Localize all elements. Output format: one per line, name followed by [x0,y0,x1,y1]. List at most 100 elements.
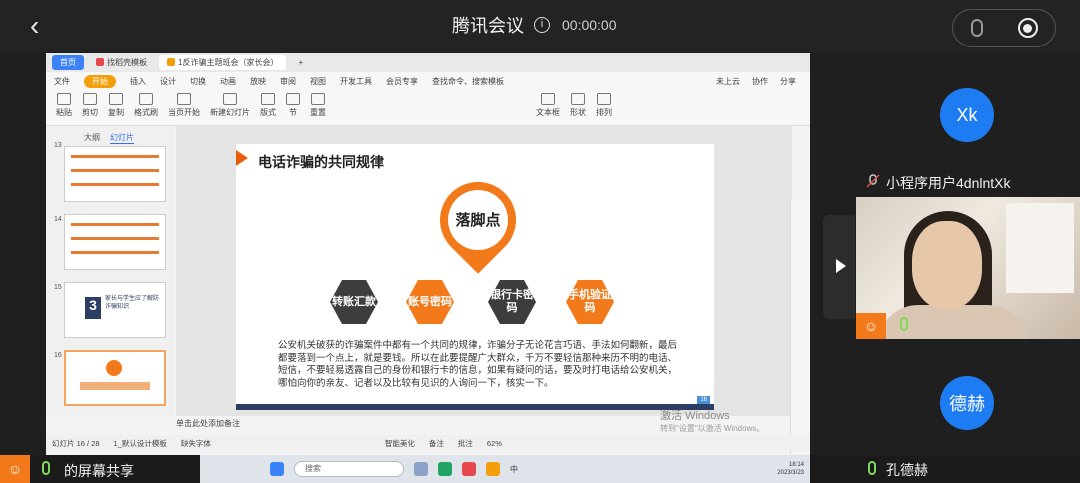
slide-thumbnail[interactable]: 3 家长与学生应了解防诈骗知识 [64,282,166,338]
activate-windows-watermark: 激活 Windows [660,410,730,422]
outline-tabs: 大纲 幻灯片 [46,126,174,144]
ppt-file-icon [167,58,175,66]
share-button[interactable]: 分享 [780,76,796,87]
meeting-title-group: 腾讯会议 i 00:00:00 [452,12,617,38]
thumb-pin [106,360,122,376]
menu-review[interactable]: 审阅 [280,76,296,87]
wps-menu-bar: 文件 开始 插入 设计 切换 动画 放映 审阅 视图 开发工具 会员专享 查找命… [46,72,810,90]
mic-muted-icon [866,174,880,188]
record-icon[interactable] [1017,18,1038,38]
menu-transition[interactable]: 切换 [190,76,206,87]
thumb-number: 14 [54,216,62,223]
reset-button[interactable]: 重置 [310,93,326,118]
tab-template[interactable]: 找稻壳模板 [88,55,155,70]
shape-button[interactable]: 形状 [570,93,586,118]
tab-template-label: 找稻壳模板 [107,58,147,67]
command-search[interactable]: 查找命令、搜索模板 [432,76,504,87]
notes-toggle[interactable]: 备注 [429,438,444,449]
menu-insert[interactable]: 插入 [130,76,146,87]
copy-button[interactable]: 复制 [108,93,124,118]
section-label: 节 [289,108,297,117]
bottom-bar: ☺ 的屏幕共享 搜索 中 18:14 2023/3/23 孔德赫 [0,455,1080,483]
slide-thumbnail[interactable] [64,214,166,270]
hex-account-password: 账号密码 [406,280,454,324]
side-tools-strip [790,199,810,455]
pin-label: 落脚点 [448,190,508,250]
menu-slideshow[interactable]: 放映 [250,76,266,87]
taskbar-app-icon[interactable] [414,462,428,476]
meeting-timer: 00:00:00 [562,17,617,33]
textbox-label: 文本框 [536,108,560,117]
layout-button[interactable]: 版式 [260,93,276,118]
play-current-button[interactable]: 当页开始 [168,93,200,118]
taskbar-ppt-icon[interactable] [486,462,500,476]
arrange-icon [597,93,611,105]
menu-developer[interactable]: 开发工具 [340,76,372,87]
paste-button[interactable]: 粘贴 [56,93,72,118]
menu-start[interactable]: 开始 [84,74,116,88]
taskbar-browser-icon[interactable] [438,462,452,476]
menu-animation[interactable]: 动画 [220,76,236,87]
menu-design[interactable]: 设计 [160,76,176,87]
slide-counter: 幻灯片 16 / 28 [52,438,100,448]
editor-content: 大纲 幻灯片 13 14 15 3 家长与学生应了解防诈骗知识 16 电话诈骗的… [46,126,810,455]
title-marker [236,150,248,166]
tab-slides[interactable]: 幻灯片 [110,132,134,144]
new-slide-button[interactable]: 新建幻灯片 [210,93,250,118]
slide-footer-bar [236,404,714,410]
new-tab-button[interactable]: + [290,56,311,69]
collapse-panel-button[interactable] [823,215,855,319]
mic-active-icon [42,461,50,475]
cloud-status[interactable]: 未上云 [716,76,740,87]
missing-font[interactable]: 缺失字体 [181,438,211,449]
brush-icon [139,93,153,105]
menu-view[interactable]: 视图 [310,76,326,87]
menu-member[interactable]: 会员专享 [386,76,418,87]
wps-toolbar: 粘贴 剪切 复制 格式刷 当页开始 新建幻灯片 版式 节 重置 文本框 形状 排… [46,90,810,126]
taskbar-wps-icon[interactable] [462,462,476,476]
arrange-button[interactable]: 排列 [596,93,612,118]
thumb15-title: 家长与学生应了解防诈骗知识 [105,296,160,310]
info-icon[interactable]: i [534,17,550,33]
layout-label: 版式 [260,108,276,117]
participant-video[interactable]: ☺ [856,197,1080,339]
tab-document[interactable]: 1反诈骗主题班会（家长会） [159,55,287,70]
tab-outline[interactable]: 大纲 [84,132,100,144]
zoom-level[interactable]: 62% [487,439,502,448]
taskbar-search[interactable]: 搜索 [294,461,404,477]
current-slide[interactable]: 电话诈骗的共同规律 落脚点 转账汇款 账号密码 银行卡密码 手机验证码 公安机关… [236,144,714,410]
section-icon [286,93,300,105]
back-arrow-icon[interactable]: ‹ [30,12,58,40]
play-arrow-icon [836,259,846,273]
top-controls [952,9,1056,47]
tab-home[interactable]: 首页 [52,55,84,70]
video-person-face [912,221,982,309]
collaborate-button[interactable]: 协作 [752,76,768,87]
hex-card-password: 银行卡密码 [488,280,536,324]
input-language[interactable]: 中 [510,464,518,475]
menu-file[interactable]: 文件 [54,76,70,87]
section-button[interactable]: 节 [286,93,300,118]
cut-button[interactable]: 剪切 [82,93,98,118]
participant-name: 小程序用户4dnlntXk [886,175,1011,191]
avatar[interactable]: 德赫 [940,376,994,430]
participant-name: 孔德赫 [886,462,928,478]
arrange-label: 排列 [596,108,612,117]
hex-transfer: 转账汇款 [330,280,378,324]
windows-start-icon[interactable] [270,462,284,476]
wps-logo-icon [96,58,104,66]
taskbar-clock: 18:14 2023/3/23 [777,461,810,477]
smart-beautify[interactable]: 智能美化 [385,438,415,449]
avatar[interactable]: Xk [940,88,994,142]
microphone-icon[interactable] [970,19,983,37]
comments-toggle[interactable]: 批注 [458,438,473,449]
slide-thumbnail-selected[interactable] [64,350,166,406]
slide-title: 电话诈骗的共同规律 [258,154,384,170]
notes-placeholder[interactable]: 单击此处添加备注 [176,418,240,429]
textbox-button[interactable]: 文本框 [536,93,560,118]
thumb-number: 15 [54,284,62,291]
slide-thumbnail[interactable] [64,146,166,202]
tab-document-label: 1反诈骗主题班会（家长会） [178,58,279,67]
format-painter-button[interactable]: 格式刷 [134,93,158,118]
clock-time: 18:14 [788,462,804,468]
